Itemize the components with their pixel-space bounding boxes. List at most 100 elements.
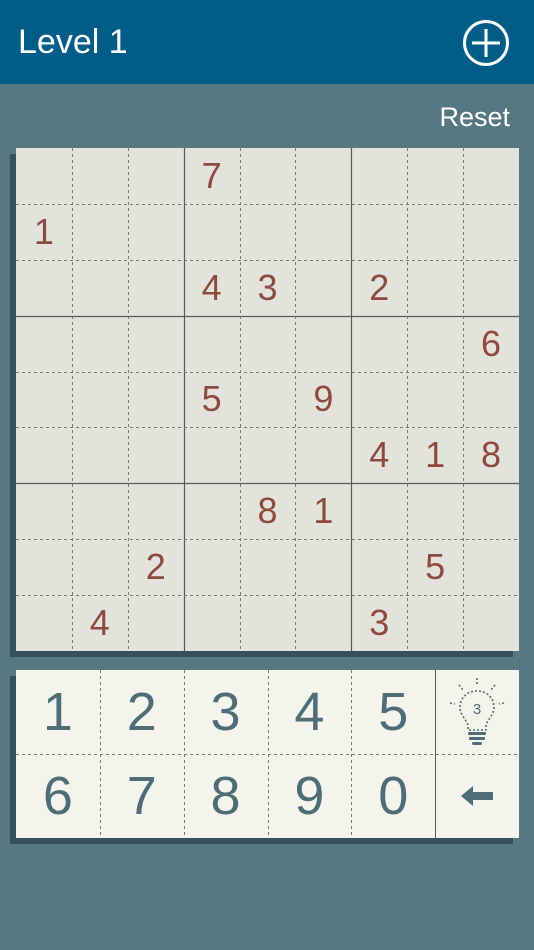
board-cell[interactable] bbox=[240, 539, 296, 595]
board-cell[interactable] bbox=[128, 595, 184, 651]
board-cell[interactable] bbox=[407, 204, 463, 260]
board-cell[interactable] bbox=[407, 483, 463, 539]
board-cell[interactable] bbox=[128, 260, 184, 316]
board-cell[interactable]: 4 bbox=[351, 427, 407, 483]
board-cell[interactable] bbox=[16, 539, 72, 595]
hint-button[interactable]: 3 bbox=[435, 670, 519, 754]
board-cell[interactable] bbox=[128, 204, 184, 260]
board-cell[interactable] bbox=[16, 148, 72, 204]
board-cell[interactable] bbox=[72, 204, 128, 260]
board-cell[interactable] bbox=[407, 316, 463, 372]
board-cell[interactable] bbox=[295, 316, 351, 372]
board-cell[interactable] bbox=[463, 372, 519, 428]
lightbulb-icon: 3 bbox=[449, 678, 505, 745]
board-cell[interactable] bbox=[463, 595, 519, 651]
board-cell[interactable] bbox=[240, 148, 296, 204]
board-cell[interactable]: 8 bbox=[240, 483, 296, 539]
board-cell[interactable] bbox=[295, 204, 351, 260]
board-cell[interactable] bbox=[463, 204, 519, 260]
board-cell[interactable] bbox=[463, 539, 519, 595]
board-cell[interactable]: 1 bbox=[295, 483, 351, 539]
board-cell[interactable]: 1 bbox=[407, 427, 463, 483]
board-cell[interactable] bbox=[16, 595, 72, 651]
board-cell[interactable] bbox=[72, 427, 128, 483]
board-cell[interactable] bbox=[407, 260, 463, 316]
board-cell[interactable] bbox=[72, 539, 128, 595]
number-key[interactable]: 7 bbox=[100, 754, 184, 838]
board-cell[interactable]: 1 bbox=[16, 204, 72, 260]
add-button[interactable] bbox=[462, 19, 510, 67]
board-cell[interactable] bbox=[295, 595, 351, 651]
number-key[interactable]: 4 bbox=[268, 670, 352, 754]
board-cell[interactable] bbox=[351, 483, 407, 539]
board-cell[interactable] bbox=[295, 427, 351, 483]
board-cell[interactable]: 2 bbox=[128, 539, 184, 595]
board-cell[interactable] bbox=[72, 483, 128, 539]
board-cell[interactable]: 3 bbox=[240, 260, 296, 316]
number-key[interactable]: 0 bbox=[351, 754, 435, 838]
board-cell[interactable] bbox=[351, 204, 407, 260]
board-cell[interactable] bbox=[184, 316, 240, 372]
board-cell[interactable] bbox=[240, 204, 296, 260]
plus-circle-icon bbox=[463, 20, 509, 66]
board-cell[interactable] bbox=[295, 148, 351, 204]
board-cell[interactable]: 4 bbox=[72, 595, 128, 651]
board-cell[interactable] bbox=[16, 483, 72, 539]
board-cell[interactable]: 2 bbox=[351, 260, 407, 316]
number-key[interactable]: 8 bbox=[184, 754, 268, 838]
backspace-button[interactable] bbox=[435, 754, 519, 838]
board-cell[interactable]: 8 bbox=[463, 427, 519, 483]
board-cell[interactable] bbox=[72, 372, 128, 428]
board-cell[interactable] bbox=[16, 372, 72, 428]
reset-button[interactable]: Reset bbox=[439, 101, 510, 133]
board-cell[interactable] bbox=[128, 372, 184, 428]
top-bar: Level 1 bbox=[0, 0, 534, 84]
board-cell[interactable] bbox=[240, 316, 296, 372]
board-cell[interactable] bbox=[240, 427, 296, 483]
board-cell[interactable] bbox=[184, 595, 240, 651]
number-key[interactable]: 5 bbox=[351, 670, 435, 754]
board-cell[interactable] bbox=[463, 483, 519, 539]
number-key[interactable]: 6 bbox=[16, 754, 100, 838]
board-cell[interactable] bbox=[240, 595, 296, 651]
board-cell[interactable]: 5 bbox=[407, 539, 463, 595]
board-cell[interactable] bbox=[351, 316, 407, 372]
board-cell[interactable] bbox=[240, 372, 296, 428]
board-cell[interactable]: 5 bbox=[184, 372, 240, 428]
board-cell[interactable] bbox=[351, 148, 407, 204]
board-cell[interactable] bbox=[128, 316, 184, 372]
number-key[interactable]: 3 bbox=[184, 670, 268, 754]
board-cell[interactable] bbox=[463, 148, 519, 204]
board-cell[interactable] bbox=[184, 539, 240, 595]
board-cell[interactable] bbox=[351, 372, 407, 428]
board-cell[interactable] bbox=[184, 427, 240, 483]
board-cell[interactable] bbox=[128, 483, 184, 539]
board-cell[interactable]: 4 bbox=[184, 260, 240, 316]
board-cell[interactable]: 6 bbox=[463, 316, 519, 372]
board-cell[interactable] bbox=[16, 260, 72, 316]
number-key[interactable]: 2 bbox=[100, 670, 184, 754]
board-cell[interactable] bbox=[407, 148, 463, 204]
board-cell[interactable] bbox=[295, 539, 351, 595]
board-cell[interactable] bbox=[184, 204, 240, 260]
board-cell[interactable] bbox=[72, 260, 128, 316]
board-cell[interactable] bbox=[463, 260, 519, 316]
board-cell[interactable] bbox=[72, 316, 128, 372]
number-pad: 12345678903 bbox=[16, 670, 519, 838]
board-cell[interactable] bbox=[407, 595, 463, 651]
board-cell[interactable] bbox=[184, 483, 240, 539]
board-cell[interactable]: 7 bbox=[184, 148, 240, 204]
board-cell[interactable] bbox=[295, 260, 351, 316]
board-cell[interactable] bbox=[351, 539, 407, 595]
board-cell[interactable]: 9 bbox=[295, 372, 351, 428]
sudoku-board: 71432659418812543 bbox=[16, 148, 519, 651]
number-key[interactable]: 9 bbox=[268, 754, 352, 838]
board-cell[interactable] bbox=[16, 316, 72, 372]
board-cell[interactable] bbox=[128, 427, 184, 483]
board-cell[interactable] bbox=[16, 427, 72, 483]
board-cell[interactable]: 3 bbox=[351, 595, 407, 651]
board-cell[interactable] bbox=[72, 148, 128, 204]
board-cell[interactable] bbox=[407, 372, 463, 428]
board-cell[interactable] bbox=[128, 148, 184, 204]
number-key[interactable]: 1 bbox=[16, 670, 100, 754]
